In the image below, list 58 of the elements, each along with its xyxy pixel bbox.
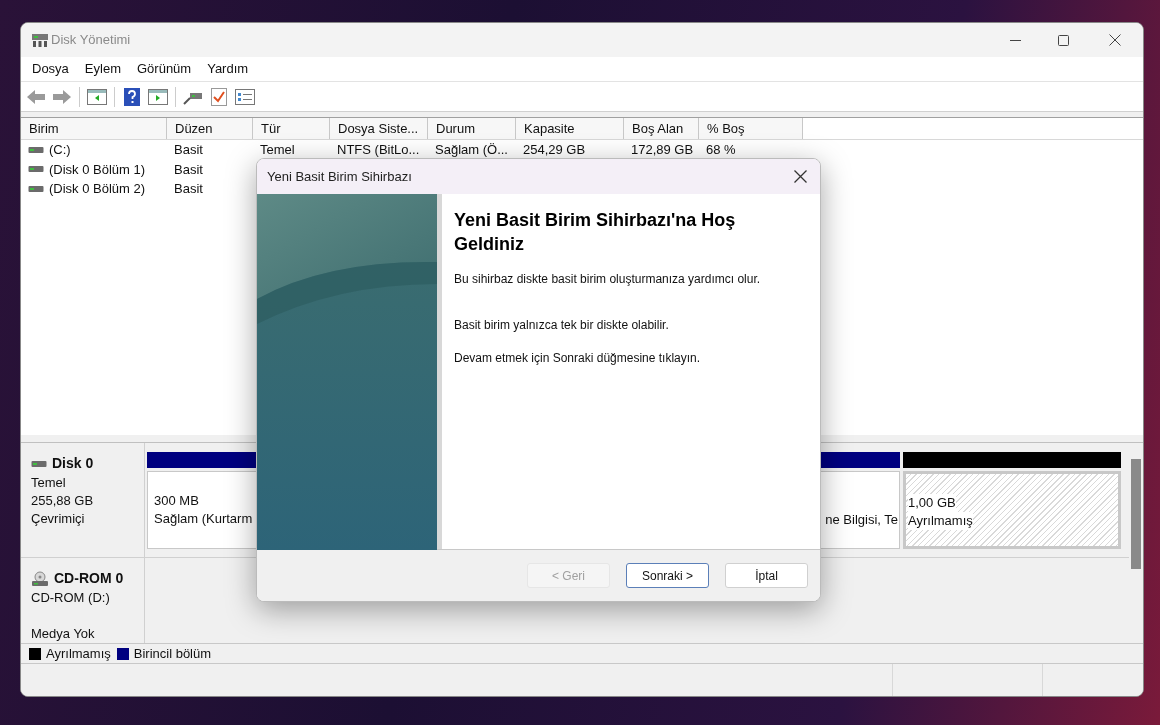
table-cell-text: Sağlam (Ö...: [435, 141, 508, 159]
disk-management-icon: [31, 32, 49, 48]
table-cell-text: Basit: [174, 160, 203, 179]
partition-status: ne Bilgisi, Te: [825, 511, 898, 529]
column-header[interactable]: Tür: [253, 118, 330, 139]
menu-item[interactable]: Eylem: [76, 59, 129, 79]
column-header[interactable]: Dosya Siste...: [330, 118, 428, 139]
partition-size: 300 MB: [154, 492, 199, 510]
disk-info: Çevrimiçi: [31, 510, 86, 528]
disk-info: 255,88 GB: [31, 492, 95, 510]
table-cell-text: (C:): [49, 141, 71, 159]
table-cell-text: NTFS (BitLo...: [337, 141, 420, 159]
wizard-paragraph: Bu sihirbaz diskte basit birim oluşturmanıza yardımcı olur.: [454, 271, 762, 288]
cd-drive-icon: [31, 570, 49, 587]
wizard-button[interactable]: İptal: [725, 563, 808, 588]
column-header[interactable]: Durum: [428, 118, 516, 139]
table-cell-text: 172,89 GB: [631, 141, 694, 159]
unallocated-partition[interactable]: 1,00 GB Ayrılmamış: [903, 471, 1121, 549]
drive-icon: [28, 145, 44, 154]
partition-size: 1,00 GB: [908, 494, 956, 512]
close-icon: [1109, 34, 1121, 46]
disk-info: Temel: [31, 474, 67, 492]
disk-info: CD-ROM (D:): [31, 589, 111, 607]
table-cell-text: 68 %: [706, 141, 736, 159]
wizard-paragraph: Basit birim yalnızca tek bir diskte olabilir.: [454, 317, 670, 334]
legend-label: Birincil bölüm: [133, 644, 212, 663]
menu-item[interactable]: Yardım: [199, 59, 257, 79]
table-cell-text: (Disk 0 Bölüm 1): [49, 160, 146, 179]
table-cell-text: Basit: [174, 180, 203, 198]
maximize-icon: [1057, 34, 1069, 46]
close-icon: [793, 170, 807, 183]
table-cell-text: Basit: [174, 141, 203, 159]
column-header[interactable]: Kapasite: [516, 118, 624, 139]
wizard-button[interactable]: Sonraki >: [626, 563, 709, 588]
table-cell-text: Temel: [260, 141, 295, 159]
wizard-heading: Yeni Basit Birim Sihirbazı'na Hoş Geldiniz: [454, 209, 737, 256]
menu-item[interactable]: Görünüm: [129, 59, 200, 79]
table-cell-text: 254,29 GB: [523, 141, 586, 159]
disk-name: CD-ROM 0: [54, 569, 124, 588]
column-header[interactable]: Birim: [21, 118, 167, 139]
table-cell-text: (Disk 0 Bölüm 2): [49, 180, 146, 198]
column-header[interactable]: Düzen: [167, 118, 253, 139]
partition-status: Ayrılmamış: [908, 512, 973, 530]
disk-label-panel[interactable]: Disk 0 Temel 255,88 GB Çevrimiçi: [21, 443, 145, 557]
drive-icon: [28, 165, 44, 174]
wizard-paragraph: Devam etmek için Sonraki düğmesine tıklayın.: [454, 350, 702, 367]
minimize-icon: [1009, 39, 1021, 41]
drive-icon: [28, 184, 44, 193]
column-header[interactable]: % Boş: [699, 118, 803, 139]
disk-info: Medya Yok: [31, 625, 96, 643]
menu-item[interactable]: Dosya: [24, 59, 77, 79]
column-header[interactable]: Boş Alan: [624, 118, 699, 139]
drive-icon: [31, 459, 47, 468]
dialog-title: Yeni Basit Birim Sihirbazı: [267, 167, 412, 186]
partition-status: Sağlam (Kurtarm: [154, 510, 253, 528]
window-title: Disk Yönetimi: [51, 31, 131, 50]
disk-name: Disk 0: [52, 454, 94, 473]
legend-label: Ayrılmamış: [46, 644, 111, 663]
